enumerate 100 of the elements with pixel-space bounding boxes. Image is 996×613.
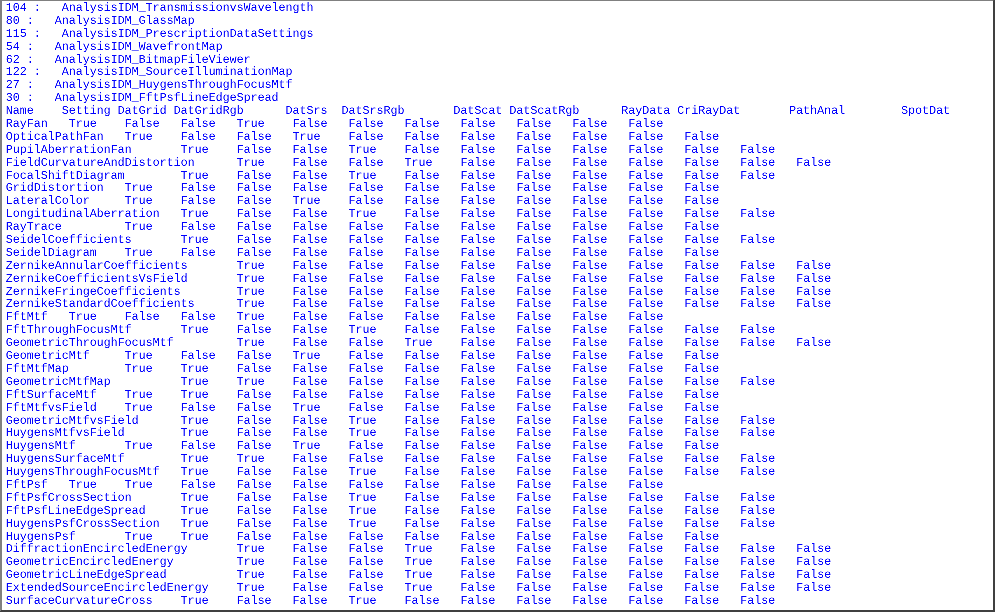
row-name: ExtendedSourceEncircledEnergy (6, 582, 209, 595)
value-cell: False (684, 260, 720, 273)
value-cell: False (404, 362, 440, 376)
value-cell: False (796, 298, 832, 312)
value-cell: False (684, 221, 720, 234)
value-cell: False (404, 311, 440, 324)
value-cell: False (516, 466, 552, 479)
value-cell: False (460, 170, 496, 182)
value-cell: False (404, 530, 440, 544)
value-cell: False (516, 195, 552, 208)
value-cell: False (628, 594, 664, 608)
row-name: LateralColor (6, 195, 90, 208)
value-cell: False (292, 427, 328, 440)
value-cell: False (740, 337, 776, 350)
value-cell: False (740, 504, 776, 518)
value-cell: False (348, 362, 384, 376)
value-cell: False (404, 376, 440, 389)
value-cell: False (404, 234, 440, 247)
value-cell: False (292, 543, 328, 556)
value-cell: False (628, 504, 664, 518)
value-cell: True (236, 298, 265, 312)
value-cell: False (404, 170, 440, 182)
value-cell: False (740, 453, 776, 466)
value-cell: False (684, 234, 720, 247)
value-cell: False (348, 530, 384, 544)
value-cell: False (292, 118, 328, 131)
value-cell: True (404, 337, 433, 350)
value-cell: True (348, 170, 377, 182)
value-cell: False (460, 234, 496, 247)
value-cell: False (516, 594, 552, 608)
value-cell: False (404, 478, 440, 492)
value-cell: True (180, 518, 209, 531)
value-cell: False (348, 234, 384, 247)
value-cell: False (628, 440, 664, 454)
value-cell: False (572, 582, 608, 595)
value-cell: True (404, 156, 433, 170)
value-cell: False (516, 246, 552, 260)
value-cell: False (292, 478, 328, 492)
value-cell: False (460, 246, 496, 260)
value-cell: False (236, 504, 272, 518)
value-cell: False (740, 466, 776, 479)
value-cell: False (404, 388, 440, 402)
value-cell: True (68, 118, 97, 131)
row-name: RayFan (6, 118, 48, 131)
value-cell: False (796, 156, 832, 170)
value-cell: False (628, 195, 664, 208)
value-cell: True (236, 543, 265, 556)
value-cell: False (348, 286, 384, 298)
value-cell: False (348, 130, 384, 144)
value-cell: False (740, 260, 776, 273)
value-cell: False (292, 388, 328, 402)
value-cell: False (740, 234, 776, 247)
value-cell: False (180, 440, 216, 454)
value-cell: False (628, 492, 664, 505)
value-cell: False (460, 286, 496, 298)
value-cell: False (516, 414, 552, 428)
value-cell: False (684, 518, 720, 531)
value-cell: False (572, 118, 608, 131)
value-cell: False (348, 337, 384, 350)
value-cell: False (404, 144, 440, 157)
value-cell: False (684, 144, 720, 157)
value-cell: False (348, 402, 384, 414)
value-cell: False (460, 582, 496, 595)
row-name: GeometricMtfvsField (6, 414, 139, 428)
value-cell: False (628, 156, 664, 170)
column-header: DatSrs (286, 105, 328, 118)
value-cell: True (180, 504, 209, 518)
value-cell: False (572, 311, 608, 324)
value-cell: False (516, 376, 552, 389)
value-cell: False (460, 594, 496, 608)
value-cell: False (236, 208, 272, 222)
analysis-name: AnalysisIDM_BitmapFileViewer (54, 54, 251, 66)
value-cell: True (180, 170, 209, 182)
column-header: DatGrid (118, 105, 167, 118)
value-cell: False (236, 182, 272, 196)
value-cell: False (460, 221, 496, 234)
value-cell: False (516, 286, 552, 298)
value-cell: False (292, 453, 328, 466)
value-cell: False (572, 195, 608, 208)
value-cell: True (236, 337, 265, 350)
value-cell: False (516, 272, 552, 286)
value-cell: False (628, 518, 664, 531)
row-name: HuygensPsfCrossSection (6, 518, 160, 531)
value-cell: False (628, 466, 664, 479)
value-cell: False (292, 414, 328, 428)
value-cell: False (292, 582, 328, 595)
value-cell: False (292, 246, 328, 260)
value-cell: False (572, 427, 608, 440)
row-name: HuygensMtfvsField (6, 427, 125, 440)
value-cell: False (348, 298, 384, 312)
value-cell: True (348, 427, 377, 440)
value-cell: False (628, 208, 664, 222)
row-name: FftPsf (6, 478, 48, 492)
value-cell: False (460, 130, 496, 144)
row-name: GeometricMtfMap (6, 376, 111, 389)
value-cell: False (684, 388, 720, 402)
row-name: ZernikeAnnularCoefficients (6, 260, 188, 273)
value-cell: True (180, 376, 209, 389)
value-cell: False (404, 594, 440, 608)
value-cell: False (516, 144, 552, 157)
